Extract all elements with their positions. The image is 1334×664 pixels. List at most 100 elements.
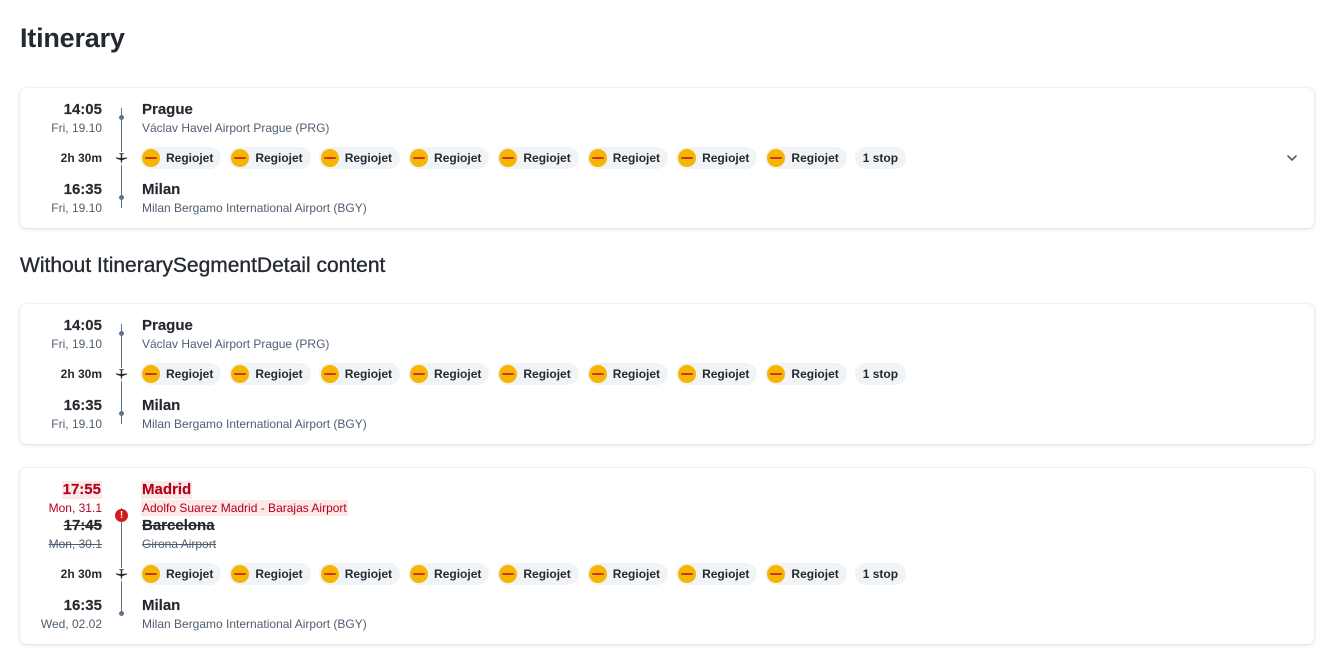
changed-departure-time: 17:55 [61, 481, 102, 499]
carrier-name: Regiojet [255, 367, 303, 381]
carrier-logo [499, 565, 518, 583]
carrier-logo [767, 149, 786, 167]
carrier-logo [231, 149, 250, 167]
arrival-dot [119, 195, 124, 200]
carrier-logo [678, 565, 697, 583]
alert-circle-icon: ! [115, 509, 128, 522]
carrier-logo [142, 149, 160, 167]
carrier-name: Regiojet [255, 567, 303, 581]
carrier-name: Regiojet [612, 367, 661, 381]
carrier-badge: Regiojet [408, 563, 490, 585]
departure-time: 14:05 [63, 101, 103, 118]
segment-duration: 2h 30m [60, 151, 102, 165]
carrier-logo [410, 149, 429, 167]
carrier-name: Regiojet [523, 367, 571, 381]
carrier-name: Regiojet [791, 367, 839, 381]
original-departure-airport: Girona Airport [142, 537, 217, 551]
arrival-date: Fri, 19.10 [51, 417, 102, 431]
carrier-badge: Regiojet [497, 563, 579, 585]
carrier-logo [499, 365, 518, 383]
carrier-list: Regiojet Regiojet Regiojet Regiojet Regi… [140, 363, 907, 385]
carrier-logo [410, 565, 429, 583]
carrier-badge: Regiojet [765, 563, 847, 585]
carrier-name: Regiojet [612, 567, 661, 581]
carrier-badge: Regiojet [318, 363, 401, 385]
carrier-badge: Regiojet [676, 363, 758, 385]
departure-time: 14:05 [63, 317, 103, 334]
carrier-badge: Regiojet [676, 563, 758, 585]
changed-departure-date: Mon, 31.1 [48, 501, 102, 515]
departure-airport: Václav Havel Airport Prague (PRG) [142, 121, 330, 135]
carrier-badge: Regiojet [318, 147, 401, 169]
airplane-icon [115, 152, 128, 165]
carrier-badge: Regiojet [229, 147, 311, 169]
carrier-badge: Regiojet [497, 147, 579, 169]
carrier-name: Regiojet [166, 151, 214, 165]
carrier-name: Regiojet [434, 567, 482, 581]
carrier-name: Regiojet [344, 151, 393, 165]
carrier-name: Regiojet [434, 367, 482, 381]
carrier-name: Regiojet [523, 151, 571, 165]
departure-city: Prague [142, 317, 193, 334]
carrier-badge: Regiojet [318, 563, 401, 585]
carrier-logo [678, 149, 697, 167]
carrier-badge: Regiojet [586, 147, 669, 169]
arrival-dot [119, 611, 124, 616]
arrival-city: Milan [142, 181, 181, 198]
carrier-logo [231, 365, 250, 383]
section-title: Without ItinerarySegmentDetail content [20, 254, 386, 277]
carrier-name: Regiojet [255, 151, 303, 165]
arrival-airport: Milan Bergamo International Airport (BGY… [142, 617, 367, 631]
arrival-city: Milan [142, 597, 181, 614]
arrival-time: 16:35 [63, 181, 103, 198]
carrier-name: Regiojet [344, 367, 393, 381]
stops-badge: 1 stop [854, 563, 907, 585]
carrier-logo [499, 149, 518, 167]
carrier-logo [320, 365, 339, 383]
carrier-name: Regiojet [523, 567, 571, 581]
carrier-badge: Regiojet [497, 363, 579, 385]
chevron-down-icon[interactable] [1286, 152, 1298, 164]
arrival-date: Fri, 19.10 [51, 201, 102, 215]
carrier-name: Regiojet [702, 367, 750, 381]
departure-dot [119, 331, 124, 336]
carrier-badge: Regiojet [765, 363, 847, 385]
page-title: Itinerary [20, 23, 125, 53]
original-departure-time: 17:45 [63, 517, 103, 534]
carrier-badge: Regiojet [229, 363, 311, 385]
arrival-airport: Milan Bergamo International Airport (BGY… [142, 417, 367, 431]
arrival-airport: Milan Bergamo International Airport (BGY… [142, 201, 367, 215]
carrier-name: Regiojet [344, 567, 393, 581]
carrier-logo [588, 149, 607, 167]
carrier-logo [320, 149, 339, 167]
carrier-list: Regiojet Regiojet Regiojet Regiojet Regi… [140, 147, 907, 169]
carrier-name: Regiojet [166, 567, 214, 581]
carrier-badge: Regiojet [765, 147, 847, 169]
carrier-logo [588, 365, 607, 383]
carrier-list: Regiojet Regiojet Regiojet Regiojet Regi… [140, 563, 907, 585]
departure-dot [119, 115, 124, 120]
carrier-name: Regiojet [791, 151, 839, 165]
carrier-badge: Regiojet [408, 363, 490, 385]
carrier-logo [588, 565, 607, 583]
arrival-time: 16:35 [63, 597, 103, 614]
itinerary-segment-card[interactable]: 14:05 Fri, 19.10 Prague Václav Havel Air… [20, 88, 1314, 228]
itinerary-segment-card: 14:05 Fri, 19.10 Prague Václav Havel Air… [20, 304, 1314, 444]
timeline-line [121, 508, 122, 614]
original-departure-date: Mon, 30.1 [48, 537, 102, 551]
arrival-time: 16:35 [63, 397, 103, 414]
airplane-icon [115, 568, 128, 581]
stops-badge: 1 stop [854, 363, 907, 385]
carrier-name: Regiojet [166, 367, 214, 381]
arrival-city: Milan [142, 397, 181, 414]
departure-city: Prague [142, 101, 193, 118]
original-departure-city: Barcelona [142, 517, 215, 534]
carrier-badge: Regiojet [140, 147, 222, 169]
carrier-logo [410, 365, 429, 383]
carrier-logo [142, 365, 160, 383]
departure-date: Fri, 19.10 [51, 121, 102, 135]
carrier-logo [231, 565, 250, 583]
departure-date: Fri, 19.10 [51, 337, 102, 351]
arrival-dot [119, 411, 124, 416]
segment-duration: 2h 30m [60, 567, 102, 581]
